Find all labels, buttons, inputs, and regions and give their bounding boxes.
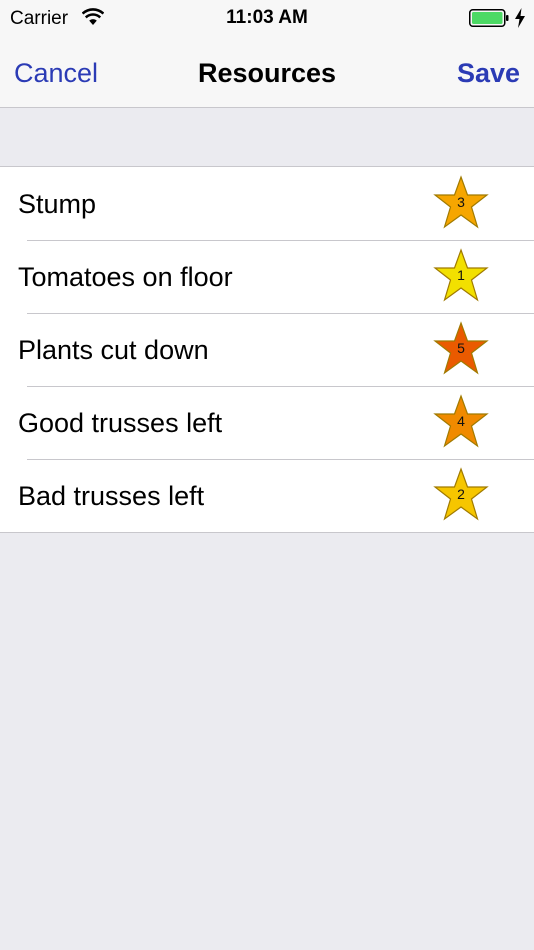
rating-value: 2 (457, 486, 465, 502)
rating-value: 5 (457, 340, 465, 356)
resource-label: Good trusses left (18, 408, 223, 438)
status-time: 11:03 AM (226, 7, 308, 28)
battery-icon (469, 9, 509, 27)
save-button[interactable]: Save (457, 57, 520, 89)
list-item[interactable]: Plants cut down 5 (0, 313, 534, 386)
cancel-button[interactable]: Cancel (14, 57, 98, 89)
rating-value: 1 (457, 267, 465, 283)
resource-label: Tomatoes on floor (18, 262, 233, 292)
rating-star-icon[interactable]: 5 (433, 321, 489, 377)
resource-label: Stump (18, 189, 97, 219)
list-item[interactable]: Good trusses left 4 (0, 386, 534, 459)
resource-list: Stump 3 Tomatoes on floor 1 Plants cut d… (0, 166, 534, 533)
resource-label: Plants cut down (18, 335, 209, 365)
rating-star-icon[interactable]: 1 (433, 248, 489, 304)
charging-bolt-icon (515, 8, 525, 28)
list-item[interactable]: Stump 3 (0, 167, 534, 240)
rating-star-icon[interactable]: 2 (433, 467, 489, 523)
list-item[interactable]: Tomatoes on floor 1 (0, 240, 534, 313)
rating-star-icon[interactable]: 3 (433, 175, 489, 231)
list-item[interactable]: Bad trusses left 2 (0, 459, 534, 532)
rating-value: 3 (457, 194, 465, 210)
rating-star-icon[interactable]: 4 (433, 394, 489, 450)
rating-value: 4 (457, 413, 465, 429)
resource-label: Bad trusses left (18, 481, 205, 511)
navigation-bar: Cancel Resources Save (0, 40, 534, 108)
status-bar: Carrier 11:03 AM (0, 0, 534, 40)
